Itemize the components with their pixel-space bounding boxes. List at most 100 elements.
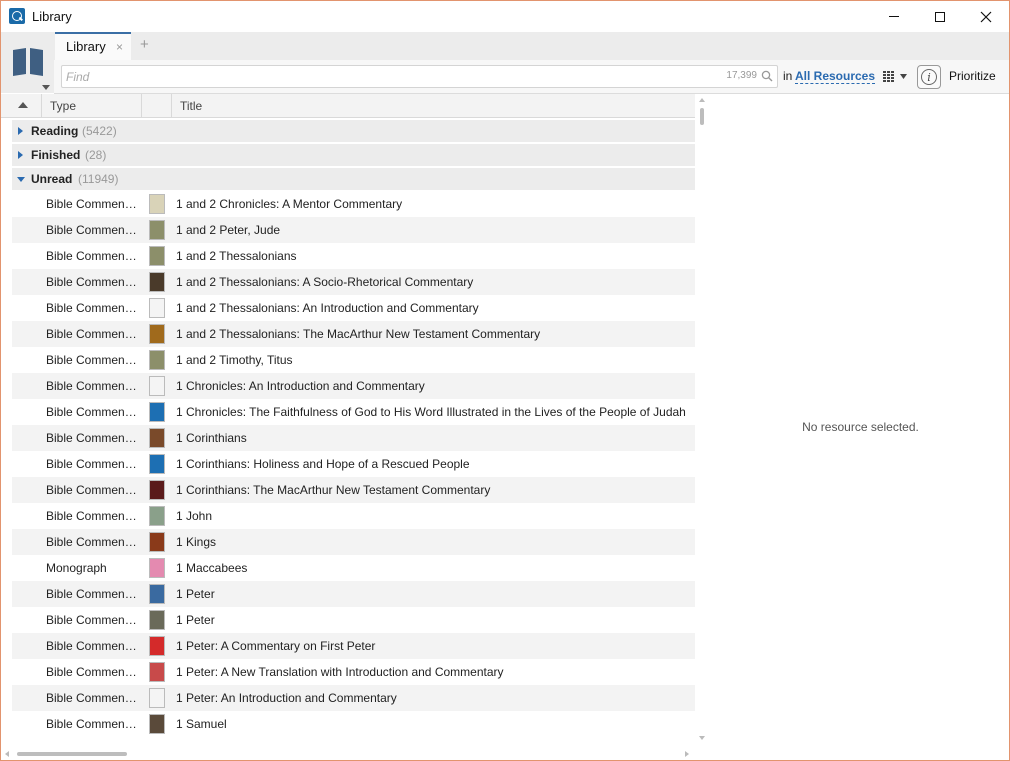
book-cover-thumbnail xyxy=(149,480,165,500)
book-cover-thumbnail xyxy=(149,558,165,578)
resource-title: 1 Corinthians: The MacArthur New Testame… xyxy=(176,483,491,497)
resource-row[interactable]: Bible Commentary 1 John xyxy=(12,503,695,529)
view-options-button[interactable] xyxy=(882,69,910,85)
resource-row[interactable]: Bible Commentary 1 Kings xyxy=(12,529,695,555)
resource-title: 1 and 2 Thessalonians xyxy=(176,249,297,263)
expand-right-icon[interactable] xyxy=(18,127,23,135)
resource-row[interactable]: Bible Commentary 1 Chronicles: An Introdu… xyxy=(12,373,695,399)
resource-row[interactable]: Bible Commentary 1 and 2 Thessalonians: A… xyxy=(12,295,695,321)
resource-row[interactable]: Bible Commentary 1 Peter: A New Translati… xyxy=(12,659,695,685)
resource-row[interactable]: Bible Commentary 1 and 2 Peter, Jude xyxy=(12,217,695,243)
vertical-scrollbar[interactable] xyxy=(695,94,710,760)
resource-type: Bible Commentary xyxy=(46,665,138,679)
book-cover-thumbnail xyxy=(149,636,165,656)
resource-type: Bible Commentary xyxy=(46,301,138,315)
tab-close-icon[interactable]: × xyxy=(116,40,123,54)
resource-row[interactable]: Monograph 1 Maccabees xyxy=(12,555,695,581)
minimize-icon xyxy=(889,16,899,17)
resource-row[interactable]: Bible Commentary 1 Peter: A Commentary on… xyxy=(12,633,695,659)
resource-type: Bible Commentary xyxy=(46,509,138,523)
resource-title: 1 and 2 Peter, Jude xyxy=(176,223,281,237)
resource-type: Bible Commentary xyxy=(46,457,138,471)
resource-row[interactable]: Bible Commentary 1 Peter: An Introduction… xyxy=(12,685,695,711)
vertical-scroll-thumb[interactable] xyxy=(700,108,704,125)
book-cover-thumbnail xyxy=(149,402,165,422)
resource-title: 1 Corinthians: Holiness and Hope of a Re… xyxy=(176,457,470,471)
find-input[interactable] xyxy=(66,68,706,85)
group-row-reading[interactable]: Reading (5422) xyxy=(12,120,695,142)
resource-type: Bible Commentary xyxy=(46,535,138,549)
column-title[interactable]: Title xyxy=(172,94,695,118)
resource-title: 1 and 2 Thessalonians: The MacArthur New… xyxy=(176,327,541,341)
resource-list: Type Title Reading (5422) Finished (28) Unre… xyxy=(1,94,710,760)
resource-row[interactable]: Bible Commentary 1 Peter xyxy=(12,607,695,633)
resource-title: 1 Maccabees xyxy=(176,561,248,575)
expand-right-icon[interactable] xyxy=(18,151,23,159)
resource-title: 1 Peter: An Introduction and Commentary xyxy=(176,691,397,705)
find-box: 17,399 xyxy=(61,65,778,88)
search-icon[interactable] xyxy=(761,70,773,82)
resource-type: Bible Commentary xyxy=(46,639,138,653)
resource-type: Bible Commentary xyxy=(46,613,138,627)
horizontal-scroll-thumb[interactable] xyxy=(17,752,127,756)
group-count: (11949) xyxy=(78,172,119,186)
scroll-up-icon[interactable] xyxy=(699,98,705,102)
column-title-label: Title xyxy=(180,99,203,113)
tab-strip xyxy=(1,32,1009,60)
column-type[interactable]: Type xyxy=(42,94,142,118)
tab-library[interactable]: Library × xyxy=(55,32,131,60)
info-icon: i xyxy=(921,69,937,85)
scroll-left-icon[interactable] xyxy=(5,751,9,757)
book-cover-thumbnail xyxy=(149,272,165,292)
resource-title: 1 Peter xyxy=(176,613,215,627)
library-window: Library Library × + 17,399 in All Resour… xyxy=(0,0,1010,761)
info-button[interactable]: i xyxy=(917,65,941,89)
resource-row[interactable]: Bible Commentary 1 Corinthians: The MacAr… xyxy=(12,477,695,503)
resource-type: Bible Commentary xyxy=(46,197,138,211)
minimize-button[interactable] xyxy=(871,1,917,32)
book-cover-thumbnail xyxy=(149,662,165,682)
group-row-finished[interactable]: Finished (28) xyxy=(12,144,695,166)
resource-row[interactable]: Bible Commentary 1 Samuel xyxy=(12,711,695,737)
resource-row[interactable]: Bible Commentary 1 and 2 Thessalonians: T… xyxy=(12,321,695,347)
resource-type: Bible Commentary xyxy=(46,249,138,263)
resource-row[interactable]: Bible Commentary 1 and 2 Chronicles: A Me… xyxy=(12,191,695,217)
panel-menu-button[interactable] xyxy=(1,32,54,93)
horizontal-scrollbar[interactable] xyxy=(1,746,695,760)
maximize-button[interactable] xyxy=(917,1,963,32)
resource-title: 1 Peter: A New Translation with Introduc… xyxy=(176,665,504,679)
group-row-unread[interactable]: Unread (11949) xyxy=(12,168,695,190)
resource-row[interactable]: Bible Commentary 1 Peter xyxy=(12,581,695,607)
scope-selector[interactable]: All Resources xyxy=(795,69,876,84)
prioritize-button[interactable]: Prioritize xyxy=(949,69,996,83)
resource-type: Monograph xyxy=(46,561,107,575)
column-cover[interactable] xyxy=(142,94,172,118)
add-tab-button[interactable]: + xyxy=(140,36,149,53)
column-header: Type Title xyxy=(1,94,695,118)
book-cover-thumbnail xyxy=(149,454,165,474)
result-count: 17,399 xyxy=(726,70,757,81)
expand-down-icon[interactable] xyxy=(17,177,25,182)
sort-ascending-icon[interactable] xyxy=(1,94,42,118)
close-button[interactable] xyxy=(963,1,1009,32)
group-count: (28) xyxy=(85,148,107,162)
resource-row[interactable]: Bible Commentary 1 and 2 Timothy, Titus xyxy=(12,347,695,373)
close-icon xyxy=(980,11,992,22)
resource-row[interactable]: Bible Commentary 1 and 2 Thessalonians xyxy=(12,243,695,269)
resource-row[interactable]: Bible Commentary 1 Corinthians: Holiness … xyxy=(12,451,695,477)
group-name: Reading xyxy=(31,124,79,138)
resource-type: Bible Commentary xyxy=(46,353,138,367)
book-cover-thumbnail xyxy=(149,350,165,370)
resource-title: 1 and 2 Thessalonians: A Socio-Rhetorica… xyxy=(176,275,474,289)
resource-type: Bible Commentary xyxy=(46,431,138,445)
scroll-right-icon[interactable] xyxy=(685,751,689,757)
scope-prefix: in xyxy=(783,69,793,83)
scroll-down-icon[interactable] xyxy=(699,736,705,740)
resource-row[interactable]: Bible Commentary 1 Corinthians xyxy=(12,425,695,451)
resource-type: Bible Commentary xyxy=(46,717,138,731)
book-cover-thumbnail xyxy=(149,610,165,630)
resource-type: Bible Commentary xyxy=(46,691,138,705)
resource-row[interactable]: Bible Commentary 1 and 2 Thessalonians: A… xyxy=(12,269,695,295)
book-cover-thumbnail xyxy=(149,220,165,240)
resource-row[interactable]: Bible Commentary 1 Chronicles: The Faithf… xyxy=(12,399,695,425)
